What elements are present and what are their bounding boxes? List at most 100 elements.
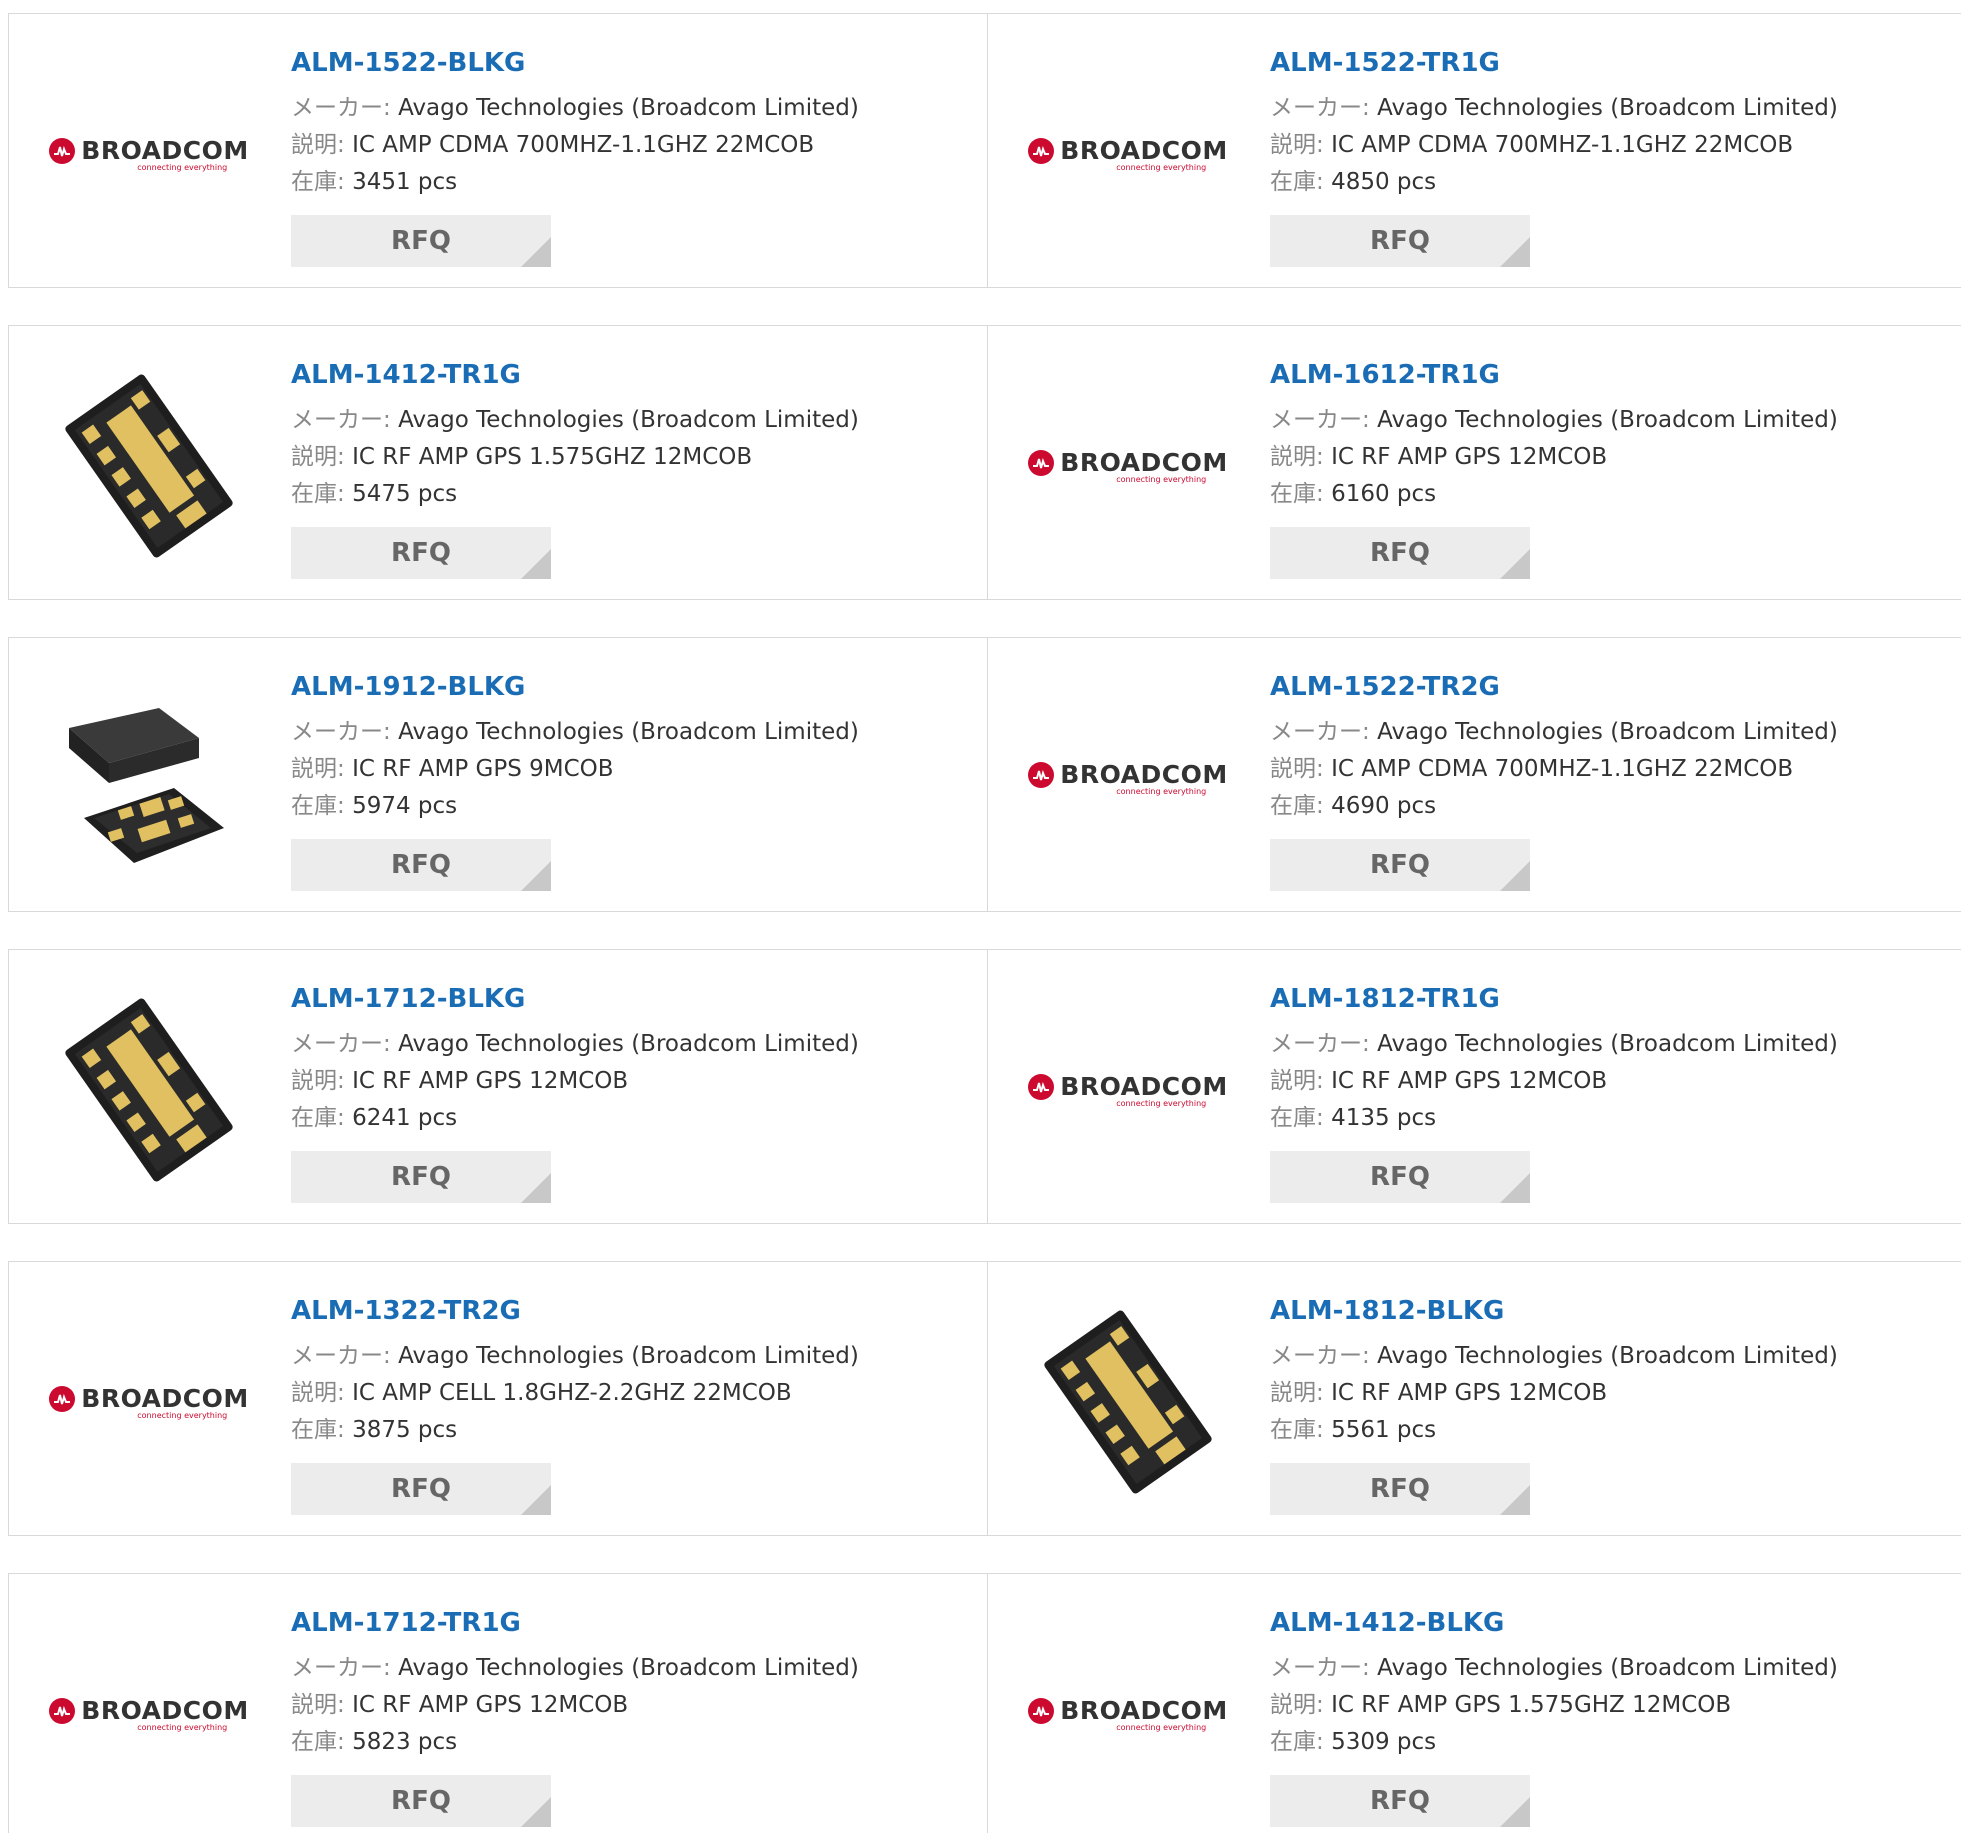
stock-line: 在庫: 5475 pcs	[291, 476, 971, 513]
description-label: 説明:	[291, 1068, 345, 1094]
product-image[interactable]: BROADCOM connecting everything	[49, 1614, 249, 1814]
rfq-button[interactable]: RFQ	[291, 527, 551, 579]
product-image[interactable]	[49, 678, 249, 878]
product-part-link[interactable]: ALM-1522-TR2G	[1270, 670, 1950, 704]
product-part-link[interactable]: ALM-1612-TR1G	[1270, 358, 1950, 392]
maker-value: Avago Technologies (Broadcom Limited)	[1377, 1031, 1838, 1057]
description-label: 説明:	[1270, 1380, 1324, 1406]
product-part-link[interactable]: ALM-1522-BLKG	[291, 46, 971, 80]
product-row: ALM-1912-BLKG メーカー: Avago Technologies (B…	[8, 637, 1961, 912]
stock-value: 4850 pcs	[1331, 169, 1437, 195]
rfq-button[interactable]: RFQ	[1270, 1151, 1530, 1203]
rfq-button[interactable]: RFQ	[1270, 1463, 1530, 1515]
product-image[interactable]: BROADCOM connecting everything	[1028, 990, 1228, 1190]
rfq-button[interactable]: RFQ	[1270, 527, 1530, 579]
maker-line: メーカー: Avago Technologies (Broadcom Limit…	[1270, 714, 1950, 751]
product-image[interactable]: BROADCOM connecting everything	[1028, 54, 1228, 254]
product-image[interactable]	[49, 366, 249, 566]
maker-label: メーカー:	[291, 1343, 391, 1369]
stock-value: 5974 pcs	[352, 793, 458, 819]
broadcom-tagline: connecting everything	[137, 1723, 228, 1732]
maker-label: メーカー:	[1270, 407, 1370, 433]
broadcom-logo: BROADCOM connecting everything	[1028, 760, 1227, 796]
description-label: 説明:	[291, 1380, 345, 1406]
maker-label: メーカー:	[1270, 95, 1370, 121]
rfq-button[interactable]: RFQ	[1270, 215, 1530, 267]
broadcom-wordmark: BROADCOM	[1060, 1072, 1228, 1101]
broadcom-pulse-icon	[49, 137, 76, 164]
maker-value: Avago Technologies (Broadcom Limited)	[398, 719, 859, 745]
maker-value: Avago Technologies (Broadcom Limited)	[1377, 1655, 1838, 1681]
product-image[interactable]: BROADCOM connecting everything	[1028, 678, 1228, 878]
product-part-link[interactable]: ALM-1912-BLKG	[291, 670, 971, 704]
maker-value: Avago Technologies (Broadcom Limited)	[398, 1343, 859, 1369]
description-value: IC RF AMP GPS 12MCOB	[352, 1692, 629, 1718]
product-card: BROADCOM connecting everything ALM-1412-…	[987, 1573, 1961, 1833]
maker-line: メーカー: Avago Technologies (Broadcom Limit…	[1270, 1026, 1950, 1063]
rfq-button[interactable]: RFQ	[291, 1775, 551, 1827]
stock-label: 在庫:	[291, 481, 345, 507]
product-card: BROADCOM connecting everything ALM-1522-…	[987, 13, 1961, 288]
product-part-link[interactable]: ALM-1812-TR1G	[1270, 982, 1950, 1016]
product-image[interactable]: BROADCOM connecting everything	[1028, 1614, 1228, 1814]
description-label: 説明:	[1270, 444, 1324, 470]
stock-label: 在庫:	[1270, 793, 1324, 819]
stock-line: 在庫: 5309 pcs	[1270, 1724, 1950, 1761]
product-part-link[interactable]: ALM-1812-BLKG	[1270, 1294, 1950, 1328]
stock-line: 在庫: 6241 pcs	[291, 1100, 971, 1137]
product-info: ALM-1812-BLKG メーカー: Avago Technologies (B…	[1270, 1294, 1950, 1449]
product-part-link[interactable]: ALM-1712-BLKG	[291, 982, 971, 1016]
stock-label: 在庫:	[291, 169, 345, 195]
stock-value: 5475 pcs	[352, 481, 458, 507]
product-image[interactable]: BROADCOM connecting everything	[49, 1302, 249, 1502]
stock-line: 在庫: 6160 pcs	[1270, 476, 1950, 513]
product-image[interactable]	[49, 990, 249, 1190]
rfq-button[interactable]: RFQ	[291, 1463, 551, 1515]
product-info: ALM-1522-TR2G メーカー: Avago Technologies (B…	[1270, 670, 1950, 825]
product-part-link[interactable]: ALM-1712-TR1G	[291, 1606, 971, 1640]
maker-label: メーカー:	[291, 1655, 391, 1681]
maker-line: メーカー: Avago Technologies (Broadcom Limit…	[1270, 402, 1950, 439]
stock-value: 4135 pcs	[1331, 1105, 1437, 1131]
product-card: BROADCOM connecting everything ALM-1812-…	[987, 949, 1961, 1224]
product-info: ALM-1812-TR1G メーカー: Avago Technologies (B…	[1270, 982, 1950, 1137]
broadcom-pulse-icon	[1028, 137, 1055, 164]
stock-line: 在庫: 5823 pcs	[291, 1724, 971, 1761]
rfq-button[interactable]: RFQ	[291, 215, 551, 267]
product-image[interactable]: BROADCOM connecting everything	[1028, 366, 1228, 566]
product-info: ALM-1912-BLKG メーカー: Avago Technologies (B…	[291, 670, 971, 825]
description-label: 説明:	[1270, 1692, 1324, 1718]
rfq-button[interactable]: RFQ	[1270, 1775, 1530, 1827]
broadcom-pulse-icon	[1028, 1697, 1055, 1724]
broadcom-pulse-icon	[49, 1697, 76, 1724]
description-value: IC RF AMP GPS 1.575GHZ 12MCOB	[1331, 1692, 1732, 1718]
rfq-button[interactable]: RFQ	[291, 839, 551, 891]
product-part-link[interactable]: ALM-1322-TR2G	[291, 1294, 971, 1328]
stock-label: 在庫:	[1270, 169, 1324, 195]
broadcom-logo: BROADCOM connecting everything	[49, 1696, 248, 1732]
product-part-link[interactable]: ALM-1412-TR1G	[291, 358, 971, 392]
description-label: 説明:	[291, 444, 345, 470]
product-image[interactable]	[1028, 1302, 1228, 1502]
stock-line: 在庫: 4690 pcs	[1270, 788, 1950, 825]
description-line: 説明: IC AMP CDMA 700MHZ-1.1GHZ 22MCOB	[1270, 127, 1950, 164]
rfq-button[interactable]: RFQ	[1270, 839, 1530, 891]
broadcom-wordmark: BROADCOM	[1060, 1696, 1228, 1725]
description-label: 説明:	[1270, 756, 1324, 782]
maker-label: メーカー:	[1270, 1655, 1370, 1681]
product-image[interactable]: BROADCOM connecting everything	[49, 54, 249, 254]
description-value: IC RF AMP GPS 12MCOB	[1331, 1068, 1608, 1094]
broadcom-pulse-icon	[1028, 1073, 1055, 1100]
broadcom-pulse-icon	[1028, 449, 1055, 476]
product-info: ALM-1712-BLKG メーカー: Avago Technologies (B…	[291, 982, 971, 1137]
maker-value: Avago Technologies (Broadcom Limited)	[1377, 719, 1838, 745]
broadcom-tagline: connecting everything	[1116, 1723, 1207, 1732]
broadcom-pulse-icon	[49, 1385, 76, 1412]
product-part-link[interactable]: ALM-1412-BLKG	[1270, 1606, 1950, 1640]
maker-line: メーカー: Avago Technologies (Broadcom Limit…	[291, 714, 971, 751]
stock-value: 4690 pcs	[1331, 793, 1437, 819]
description-value: IC RF AMP GPS 12MCOB	[1331, 444, 1608, 470]
rfq-button[interactable]: RFQ	[291, 1151, 551, 1203]
product-part-link[interactable]: ALM-1522-TR1G	[1270, 46, 1950, 80]
description-line: 説明: IC AMP CDMA 700MHZ-1.1GHZ 22MCOB	[291, 127, 971, 164]
